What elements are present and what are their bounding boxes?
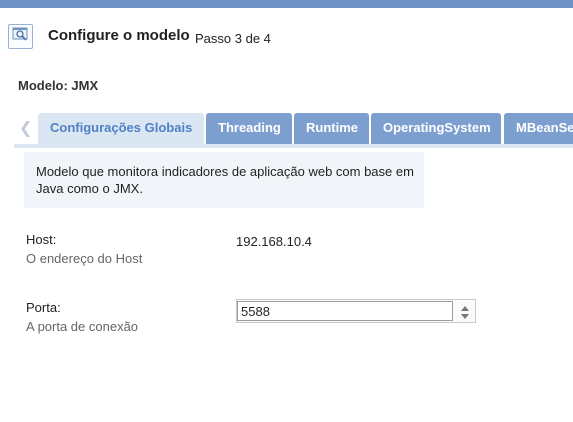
tab-underline — [14, 144, 573, 148]
page-title: Configure o modelo — [48, 27, 190, 44]
tab-runtime[interactable]: Runtime — [294, 113, 369, 144]
search-window-icon — [8, 24, 33, 49]
tab-configuracoes-globais[interactable]: Configurações Globais — [38, 113, 204, 144]
host-value: 192.168.10.4 — [236, 234, 312, 249]
tab-bar: Configurações Globais Threading Runtime … — [38, 113, 573, 144]
host-label: Host: — [26, 232, 57, 247]
port-stepper — [236, 299, 476, 323]
tab-operatingsystem[interactable]: OperatingSystem — [371, 113, 501, 144]
step-indicator: Passo 3 de 4 — [195, 31, 271, 46]
spin-down-icon[interactable] — [459, 312, 471, 321]
port-input[interactable] — [237, 301, 453, 321]
host-help: O endereço do Host — [26, 251, 143, 266]
port-label: Porta: — [26, 300, 61, 315]
top-bar — [0, 0, 573, 8]
model-name: Modelo: JMX — [18, 78, 99, 93]
model-description: Modelo que monitora indicadores de aplic… — [24, 152, 424, 208]
tab-mbeanserver[interactable]: MBeanServer — [504, 113, 573, 144]
port-help: A porta de conexão — [26, 319, 139, 334]
tab-threading[interactable]: Threading — [206, 113, 292, 144]
chevron-left-icon[interactable]: ❮ — [19, 118, 32, 138]
